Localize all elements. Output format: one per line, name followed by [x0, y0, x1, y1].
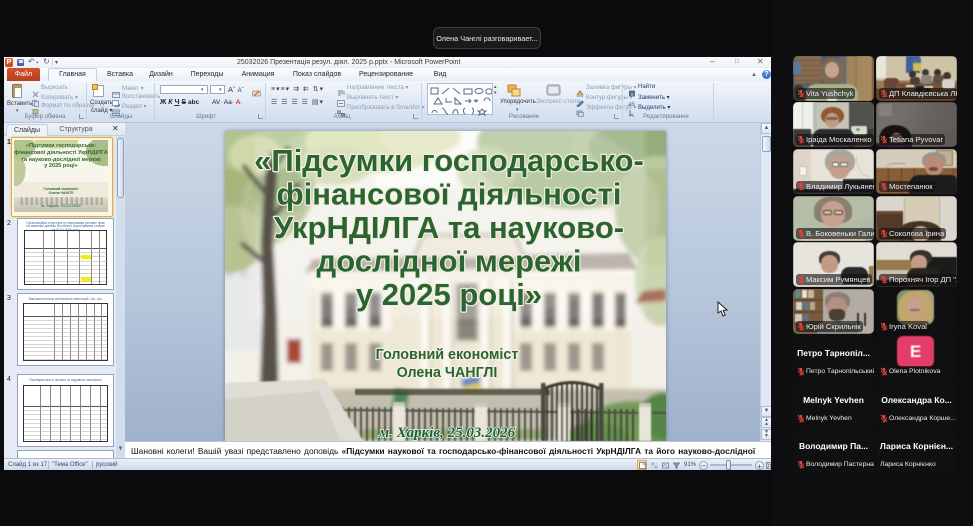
svg-text:у 2025 році»: у 2025 році» [356, 277, 542, 312]
svg-text:фінансової діяльності: фінансової діяльності [277, 177, 622, 212]
svg-text:УкрНДІЛГА та науково-: УкрНДІЛГА та науково- [274, 210, 624, 245]
svg-text:Олена ЧАНГЛІ: Олена ЧАНГЛІ [397, 365, 498, 381]
svg-text:Головний економіст: Головний економіст [376, 347, 519, 363]
svg-text:дослідної мережі: дослідної мережі [317, 244, 582, 279]
svg-text:«Підсумки господарсько-: «Підсумки господарсько- [254, 143, 644, 178]
svg-text:м. Харків, 25.03.2026: м. Харків, 25.03.2026 [378, 425, 516, 441]
